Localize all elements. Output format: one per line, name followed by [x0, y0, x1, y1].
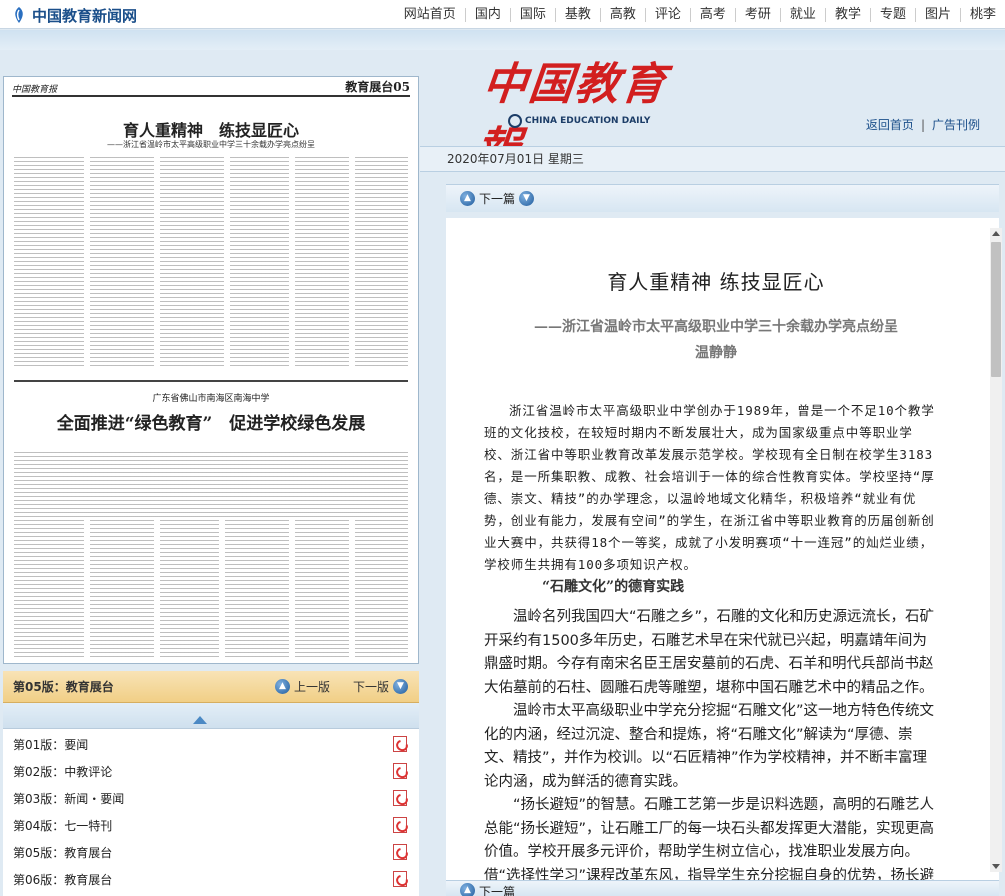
article-author: 温静静: [695, 345, 737, 361]
article-paragraph: 浙江省温岭市太平高级职业中学创办于1989年，曾是一个不足10个教学班的文化技校…: [484, 403, 935, 572]
logo-icon: [15, 7, 23, 23]
article-nav-top: ▲ 下一篇 ▼: [446, 184, 999, 212]
pdf-icon[interactable]: [393, 871, 407, 887]
nav-home[interactable]: 网站首页: [395, 7, 465, 22]
thumb-headline: 育人重精神 练技显匠心: [122, 121, 299, 140]
edition-label: 第02版：中教评论: [13, 765, 113, 779]
edition-list: 第01版：要闻 第02版：中教评论 第03版：新闻・要闻 第04版：七一特刊 第…: [3, 728, 419, 896]
article-title: 育人重精神 练技显匠心: [607, 270, 825, 294]
arrow-up-icon: ▲: [460, 883, 475, 896]
nav-employment[interactable]: 就业: [779, 7, 825, 22]
masthead-en-text: CHINA EDUCATION DAILY: [525, 116, 651, 126]
site-logo-text: 中国教育新闻网: [32, 6, 138, 25]
arrow-down-icon[interactable]: ▼: [519, 191, 535, 206]
article-subtitle: ——浙江省温岭市太平高级职业中学三十余载办学亮点纷呈: [534, 319, 898, 335]
next-article-link-bottom[interactable]: 下一篇: [479, 883, 515, 896]
home-link[interactable]: 返回首页: [859, 116, 921, 133]
edition-item[interactable]: 第03版：新闻・要闻: [3, 785, 419, 812]
nav-basic-edu[interactable]: 基教: [554, 7, 600, 22]
article-paragraph: 温岭名列我国四大“石雕之乡”，石雕的文化和历史源远流长，石矿开采约有1500多年…: [484, 609, 935, 696]
thumb-headline2-kicker: 广东省佛山市南海区南海中学: [4, 391, 418, 404]
article-scrollbar[interactable]: [990, 228, 1002, 872]
thumb-section: 教育展台05: [345, 80, 410, 94]
edition-label: 第04版：七一特刊: [13, 819, 113, 833]
nav-higher-edu[interactable]: 高教: [599, 7, 645, 22]
thumb-col-gap: [289, 157, 295, 367]
list-collapse-bar[interactable]: [3, 703, 419, 728]
collapse-up-icon[interactable]: [193, 716, 207, 724]
thumb-col-gap: [154, 157, 160, 367]
header-links: 返回首页 | 广告刊例: [859, 116, 987, 133]
left-panel: 中国教育报 教育展台05 育人重精神 练技显匠心 ——浙江省温岭市太平高级职业中…: [3, 76, 419, 896]
edition-label: 第05版：教育展台: [13, 846, 113, 860]
top-nav: 网站首页 国内 国际 基教 高教 评论 高考 考研 就业 教学 专题 图片 桃李: [395, 0, 1005, 29]
edition-item[interactable]: 第02版：中教评论: [3, 758, 419, 785]
thumb-col-gap: [349, 157, 355, 367]
edition-label: 第03版：新闻・要闻: [13, 792, 125, 806]
scroll-down-icon[interactable]: [992, 864, 1000, 869]
edition-item[interactable]: 第01版：要闻: [3, 731, 419, 758]
next-article-link[interactable]: 下一篇: [479, 190, 515, 207]
pdf-icon[interactable]: [393, 790, 407, 806]
thumb-paper-name: 中国教育报: [12, 85, 58, 95]
nav-kaoyan[interactable]: 考研: [734, 7, 780, 22]
masthead: 中国教育報 CHINA EDUCATION DAILY: [473, 48, 700, 174]
nav-teaching[interactable]: 教学: [824, 7, 870, 22]
arrow-down-icon: ▼: [393, 679, 409, 694]
edition-item[interactable]: 第06版：教育展台: [3, 866, 419, 893]
edition-item[interactable]: 第05版：教育展台: [3, 839, 419, 866]
pdf-icon[interactable]: [393, 844, 407, 860]
scrollbar-thumb[interactable]: [991, 242, 1001, 377]
scroll-up-icon[interactable]: [992, 231, 1000, 236]
current-page-label: 第05版：教育展台: [13, 680, 114, 694]
edition-label: 第01版：要闻: [13, 738, 89, 752]
next-page-label: 下一版: [353, 680, 390, 694]
nav-pictures[interactable]: 图片: [914, 7, 960, 22]
nav-gaokao[interactable]: 高考: [689, 7, 735, 22]
ads-link[interactable]: 广告刊例: [925, 116, 987, 133]
next-page-button[interactable]: 下一版 ▼: [353, 678, 409, 695]
thumb-col-gap: [289, 517, 295, 657]
masthead-en: CHINA EDUCATION DAILY: [508, 114, 650, 128]
arrow-up-icon: ▲: [275, 679, 290, 694]
prev-page-label: 上一版: [294, 680, 331, 694]
prev-page-button[interactable]: ▲ 上一版: [275, 678, 330, 695]
page-pager: 第05版：教育展台 ▲ 上一版 下一版 ▼: [3, 671, 419, 703]
thumb-divider: [14, 380, 408, 382]
thumb-col-gap: [84, 517, 90, 657]
thumb-subheadline: ——浙江省温岭市太平高级职业中学三十余载办学亮点纷呈: [107, 140, 315, 149]
header-band: [0, 30, 1005, 50]
thumb-col-gap: [154, 517, 160, 657]
thumb-col-gap: [224, 157, 230, 367]
globe-icon: [508, 114, 522, 128]
pdf-icon[interactable]: [393, 763, 407, 779]
nav-commentary[interactable]: 评论: [644, 7, 690, 22]
edition-label: 第06版：教育展台: [13, 873, 113, 887]
date-line: 2020年07月01日 星期三: [420, 146, 1005, 172]
article-body: 育人重精神 练技显匠心 ——浙江省温岭市太平高级职业中学三十余载办学亮点纷呈 温…: [446, 218, 999, 880]
thumb-col-gap: [349, 517, 355, 657]
thumb-col-gap: [219, 517, 225, 657]
article-paragraph: “扬长避短”的智慧。石雕工艺第一步是识料选题，高明的石雕艺人总能“扬长避短”，让…: [484, 797, 935, 880]
nav-domestic[interactable]: 国内: [464, 7, 510, 22]
site-logo[interactable]: 中国教育新闻网: [10, 4, 137, 26]
nav-taoli[interactable]: 桃李: [959, 7, 1005, 22]
pdf-icon[interactable]: [393, 817, 407, 833]
thumb-headline2: 全面推进“绿色教育” 促进学校绿色发展: [4, 405, 418, 438]
article-section-heading: “石雕文化”的德育实践: [542, 579, 685, 595]
article-nav-bottom: ▲ 下一篇: [446, 880, 999, 896]
article-paragraph: 温岭市太平高级职业中学充分挖掘“石雕文化”这一地方特色传统文化的内涵，经过沉淀、…: [484, 703, 935, 790]
arrow-up-icon: ▲: [460, 191, 475, 206]
nav-international[interactable]: 国际: [509, 7, 555, 22]
page-thumbnail[interactable]: 中国教育报 教育展台05 育人重精神 练技显匠心 ——浙江省温岭市太平高级职业中…: [3, 76, 419, 664]
top-bar: 中国教育新闻网 网站首页 国内 国际 基教 高教 评论 高考 考研 就业 教学 …: [0, 0, 1005, 29]
thumb-head: 中国教育报 教育展台05: [12, 80, 410, 97]
thumb-col-gap: [84, 157, 90, 367]
edition-item[interactable]: 第04版：七一特刊: [3, 812, 419, 839]
nav-topics[interactable]: 专题: [869, 7, 915, 22]
pdf-icon[interactable]: [393, 736, 407, 752]
